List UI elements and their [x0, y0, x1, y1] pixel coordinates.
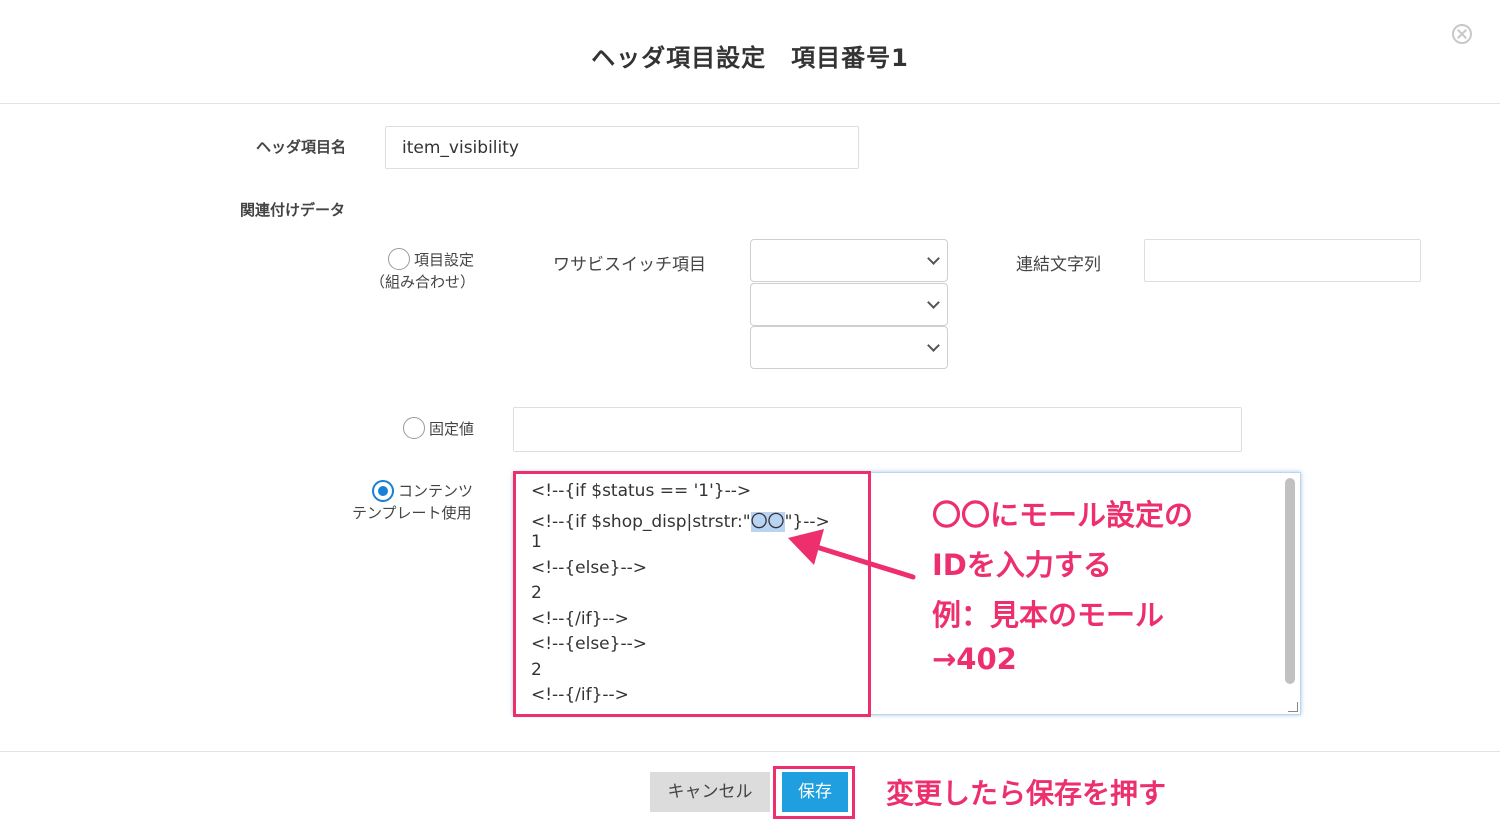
- radio-combination[interactable]: [388, 248, 410, 270]
- template-label-2: テンプレート使用: [352, 504, 472, 522]
- switch-item-label: ワサビスイッチ項目: [553, 255, 706, 275]
- combination-label-2: （組み合わせ）: [370, 273, 476, 291]
- dialog-title: ヘッダ項目設定 項目番号1: [591, 44, 909, 72]
- save-highlight-box: [773, 766, 855, 819]
- switch-item-select-1[interactable]: [750, 239, 948, 282]
- textarea-scrollbar[interactable]: [1285, 478, 1295, 684]
- annotation-text: →402: [932, 642, 1017, 676]
- footer-divider: [0, 751, 1500, 752]
- header-name-input[interactable]: item_visibility: [385, 126, 859, 169]
- save-annotation-text: 変更したら保存を押す: [886, 777, 1167, 810]
- switch-item-select-3[interactable]: [750, 326, 948, 369]
- fixed-value-input[interactable]: [513, 407, 1242, 452]
- chevron-down-icon: [927, 252, 940, 265]
- annotation-text: IDを入力する: [932, 548, 1112, 582]
- header-name-value: item_visibility: [402, 138, 519, 158]
- close-icon[interactable]: [1452, 24, 1472, 44]
- join-string-label: 連結文字列: [1016, 255, 1101, 275]
- annotation-text: 例：見本のモール: [932, 598, 1165, 632]
- arrow-icon: [788, 529, 916, 580]
- annotation-text: 〇〇にモール設定の: [932, 498, 1194, 532]
- chevron-down-icon: [927, 339, 940, 352]
- header-divider: [0, 103, 1500, 104]
- join-string-input[interactable]: [1144, 239, 1421, 282]
- template-label-1: コンテンツ: [398, 482, 474, 500]
- annotation-highlight-box: [513, 471, 871, 717]
- cancel-button[interactable]: キャンセル: [650, 772, 770, 812]
- fixed-value-label: 固定値: [429, 420, 475, 438]
- combination-label-1: 項目設定: [414, 251, 475, 269]
- header-name-label: ヘッダ項目名: [256, 138, 347, 156]
- chevron-down-icon: [927, 296, 940, 309]
- resize-handle-icon[interactable]: [1288, 702, 1298, 712]
- radio-fixed-value[interactable]: [403, 417, 425, 439]
- radio-content-template[interactable]: [372, 480, 394, 502]
- switch-item-select-2[interactable]: [750, 283, 948, 326]
- related-data-label: 関連付けデータ: [240, 201, 346, 219]
